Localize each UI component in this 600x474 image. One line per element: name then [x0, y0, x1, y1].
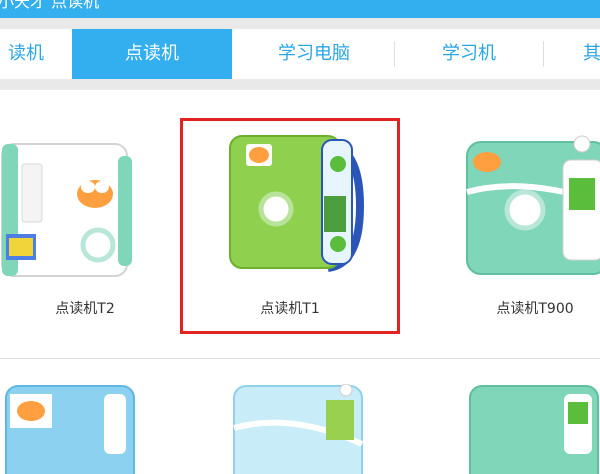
row-divider: [0, 358, 600, 359]
tab-reader-partial[interactable]: 读机: [0, 29, 72, 79]
device-blue-image: [5, 385, 135, 474]
product-label-t900[interactable]: 点读机T900: [450, 298, 600, 318]
tab-reading-pen[interactable]: 点读机: [72, 29, 232, 79]
product-label-t2[interactable]: 点读机T2: [0, 298, 170, 318]
tab-strip: 读机 点读机 学习电脑 学习机 其: [0, 29, 600, 79]
device-mint-image: [469, 385, 599, 474]
tab-learning-computer[interactable]: 学习电脑: [234, 29, 394, 79]
header-title: 小天才 点读机: [0, 0, 100, 11]
product-card-row2-1[interactable]: [0, 370, 170, 474]
product-card-t2[interactable]: 点读机T2: [0, 96, 170, 346]
category-tab-bar: 读机 点读机 学习电脑 学习机 其: [0, 18, 600, 90]
device-sky-image: [233, 384, 364, 474]
selection-highlight-box: [180, 118, 400, 334]
device-t2-image: [1, 143, 132, 277]
product-card-row2-3[interactable]: [450, 370, 600, 474]
tab-other-partial[interactable]: 其: [583, 29, 600, 79]
tab-learning-machine[interactable]: 学习机: [395, 29, 543, 79]
header-bar: 小天才 点读机: [0, 0, 600, 18]
product-card-t900[interactable]: 点读机T900: [450, 96, 600, 346]
device-t900-image: [466, 135, 600, 275]
tab-separator: [543, 41, 544, 67]
product-card-row2-2[interactable]: [180, 370, 400, 474]
